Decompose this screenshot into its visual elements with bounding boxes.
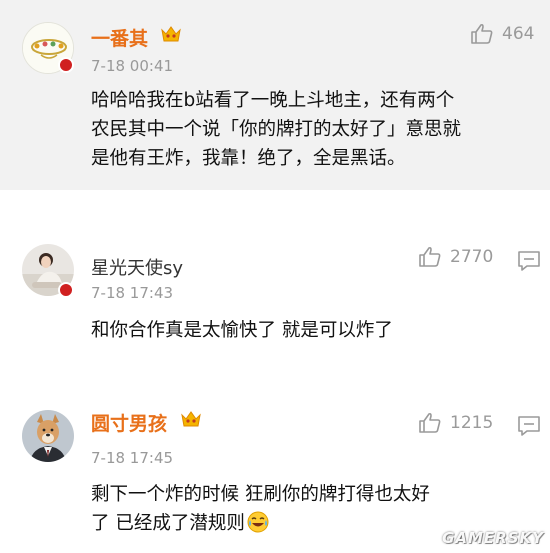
region-badge [58, 282, 74, 298]
username[interactable]: 圆寸男孩 [91, 409, 167, 436]
avatar[interactable] [22, 410, 74, 462]
thumbs-up-icon [471, 23, 493, 44]
comment-reply-icon[interactable] [517, 415, 541, 437]
timestamp: 7-18 00:41 [91, 57, 174, 75]
comment-item: 星光天使sy 7-18 17:43 2770 和你合作真是太愉快了 就是可以炸了 [0, 224, 550, 384]
comment-reply-icon[interactable] [517, 250, 541, 272]
comment-line: 哈哈哈我在b站看了一晚上斗地主，还有两个 [91, 90, 455, 111]
username[interactable]: 星光天使sy [91, 254, 183, 280]
like-button[interactable]: 464 [470, 23, 534, 45]
like-count: 1215 [450, 413, 494, 433]
like-button[interactable]: 2770 [418, 246, 493, 268]
comment-line: 农民其中一个说「你的牌打的太好了」意思就 [91, 119, 462, 140]
vip-crown-icon [181, 411, 201, 427]
timestamp: 7-18 17:43 [91, 284, 174, 302]
like-button[interactable]: 1215 [418, 412, 493, 434]
comment-line-wrap: 了 已经成了潜规则 [91, 509, 430, 538]
like-count: 2770 [450, 247, 494, 267]
avatar-dog-icon [22, 410, 74, 462]
vip-crown-icon [161, 26, 181, 42]
comment-text: 和你合作真是太愉快了 就是可以炸了 [91, 316, 393, 345]
region-badge [58, 57, 74, 73]
watermark-logo: GAMERSKY [442, 529, 544, 547]
like-count: 464 [502, 24, 535, 44]
comment-text: 哈哈哈我在b站看了一晚上斗地主，还有两个 农民其中一个说「你的牌打的太好了」意思… [91, 86, 461, 173]
comment-line: 剩下一个炸的时候 狂刷你的牌打得也太好 [91, 484, 430, 505]
comment-text: 剩下一个炸的时候 狂刷你的牌打得也太好 了 已经成了潜规则 [91, 480, 430, 538]
thumbs-up-icon [419, 412, 441, 433]
thumbs-up-icon [419, 246, 441, 267]
timestamp: 7-18 17:45 [91, 449, 174, 467]
comment-line: 和你合作真是太愉快了 就是可以炸了 [91, 320, 393, 341]
username[interactable]: 一番其 [91, 24, 148, 51]
laugh-cry-emoji-icon [247, 511, 269, 533]
comment-item: 一番其 7-18 00:41 464 哈哈哈我在b站看了一晚上斗地主，还有两个 … [0, 0, 550, 190]
comment-line: 了 已经成了潜规则 [91, 513, 245, 534]
comment-line: 是他有王炸，我靠！绝了，全是黑话。 [91, 148, 406, 169]
